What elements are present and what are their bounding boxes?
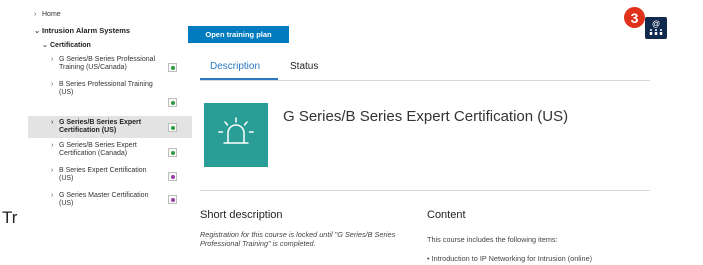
chevron-right-icon: › (51, 56, 54, 63)
short-description-heading: Short description (200, 209, 283, 221)
status-dot (170, 197, 175, 202)
content-list-item: • Introduction to IP Networking for Intr… (427, 254, 592, 263)
tab-description[interactable]: Description (210, 61, 260, 72)
section-divider (200, 190, 650, 191)
sidebar-item-gb-expert-certification-canada[interactable]: › G Series/B Series Expert Certification … (51, 142, 137, 158)
chevron-right-icon: › (51, 119, 54, 126)
status-indicator (168, 148, 177, 157)
step-badge: 3 (624, 7, 645, 28)
sidebar-item-label: G Series/B Series Expert (59, 142, 137, 149)
chevron-right-icon: › (34, 11, 37, 18)
status-indicator (168, 123, 177, 132)
nav-section-label: Intrusion Alarm Systems (42, 26, 131, 35)
course-image (204, 103, 268, 167)
email-at-glyph: @ (649, 20, 663, 35)
nav-certification-label: Certification (50, 42, 91, 49)
chevron-down-icon: ⌄ (34, 26, 41, 35)
chevron-down-icon: ⌄ (42, 42, 48, 49)
sidebar-item-label: (US) (59, 89, 74, 96)
status-indicator (168, 195, 177, 204)
tab-status[interactable]: Status (290, 61, 318, 72)
status-dot (170, 125, 175, 130)
sidebar-item-b-expert-certification[interactable]: › B Series Expert Certification (US) (51, 167, 147, 183)
chevron-right-icon: › (51, 192, 54, 199)
sidebar-item-gb-professional-training[interactable]: › G Series/B Series Professional Training… (51, 56, 155, 72)
short-description-text: Registration for this course is locked u… (200, 230, 396, 248)
chevron-right-icon: › (51, 81, 54, 88)
content-intro: This course includes the following items… (427, 235, 558, 244)
partial-text: Tr (2, 208, 18, 227)
at-symbol: @ (652, 20, 660, 29)
sidebar-item-label: Certification (US) (59, 127, 117, 134)
sidebar-item-label: G Series/B Series Professional (59, 56, 156, 63)
sidebar-item-label: Certification (Canada) (59, 150, 128, 157)
bullet-icon: • (427, 254, 430, 263)
sidebar-item-label: Training (US/Canada) (59, 64, 127, 71)
sidebar-item-label: G Series/B Series Expert (59, 119, 142, 126)
sidebar-item-b-professional-training[interactable]: › B Series Professional Training (US) (51, 81, 153, 97)
course-title: G Series/B Series Expert Certification (… (283, 108, 569, 125)
sidebar-item-label: B Series Professional Training (59, 81, 153, 88)
status-dot (170, 65, 175, 70)
sidebar: › Home ⌄ Intrusion Alarm Systems ⌄ Certific… (0, 0, 192, 265)
nav-home[interactable]: › Home (34, 11, 61, 19)
status-dot (170, 100, 175, 105)
nav-intrusion-alarm-systems[interactable]: ⌄ Intrusion Alarm Systems (34, 27, 130, 35)
open-training-plan-button[interactable]: Open training plan (188, 26, 289, 43)
content-item-label[interactable]: Introduction to IP Networking for Intrus… (432, 254, 592, 263)
content-heading: Content (427, 209, 466, 221)
sidebar-item-label: (US) (59, 175, 74, 182)
sidebar-item-label: (US) (59, 200, 74, 207)
email-at-icon[interactable]: @ (645, 17, 667, 39)
status-dot (170, 150, 175, 155)
status-indicator (168, 63, 177, 72)
chevron-right-icon: › (51, 142, 54, 149)
nav-home-label: Home (42, 11, 61, 18)
sidebar-item-label: G Series Master Certification (59, 192, 149, 199)
nav-certification[interactable]: ⌄ Certification (42, 42, 91, 50)
chevron-right-icon: › (51, 167, 54, 174)
sidebar-item-gb-expert-certification-us[interactable]: › G Series/B Series Expert Certification … (51, 119, 141, 135)
tabs-divider (200, 80, 650, 81)
sidebar-item-label: B Series Expert Certification (59, 167, 147, 174)
status-indicator (168, 98, 177, 107)
sidebar-item-g-master-certification[interactable]: › G Series Master Certification (US) (51, 192, 148, 208)
status-dot (170, 174, 175, 179)
alarm-beacon-icon (218, 117, 254, 144)
status-indicator (168, 172, 177, 181)
